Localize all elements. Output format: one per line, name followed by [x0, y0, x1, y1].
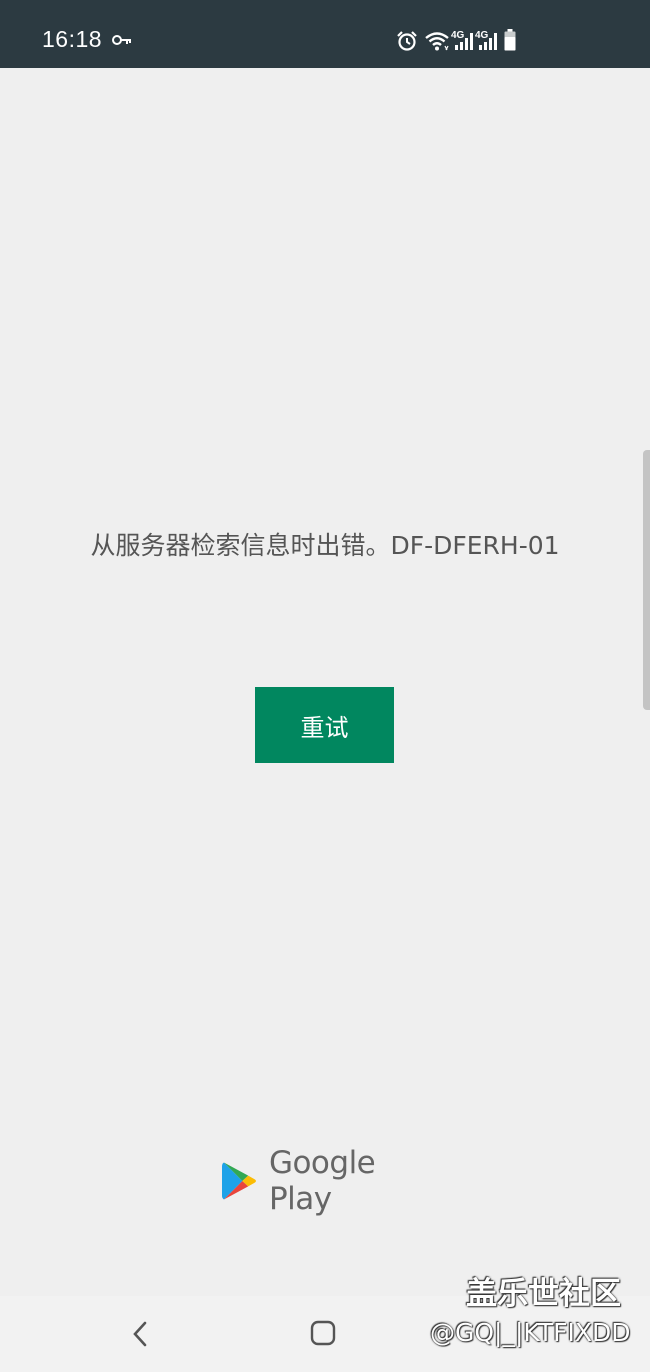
home-icon[interactable]	[310, 1320, 336, 1346]
error-message: 从服务器检索信息时出错。DF-DFERH-01	[90, 531, 560, 560]
status-bar: 16:18 4G 4G	[0, 0, 650, 68]
google-play-brand: Google Play	[222, 1145, 442, 1217]
retry-button[interactable]: 重试	[255, 687, 394, 763]
network-label: 4G	[451, 30, 465, 41]
scroll-handle[interactable]	[643, 450, 650, 710]
back-icon[interactable]	[128, 1320, 152, 1348]
signal-4g-icon: 4G	[475, 30, 497, 50]
signal-4g-icon: 4G	[451, 30, 473, 50]
watermark-title: 盖乐世社区	[466, 1276, 621, 1312]
key-icon	[112, 35, 131, 45]
network-label: 4G	[475, 30, 489, 41]
battery-icon	[504, 29, 516, 51]
google-play-icon	[222, 1162, 256, 1200]
alarm-icon	[397, 31, 417, 51]
wifi-icon	[425, 32, 449, 51]
status-time: 16:18	[42, 26, 103, 52]
watermark-handle: @GQ|_|KTFIXDD	[430, 1318, 631, 1347]
brand-name: Google Play	[268, 1145, 376, 1217]
